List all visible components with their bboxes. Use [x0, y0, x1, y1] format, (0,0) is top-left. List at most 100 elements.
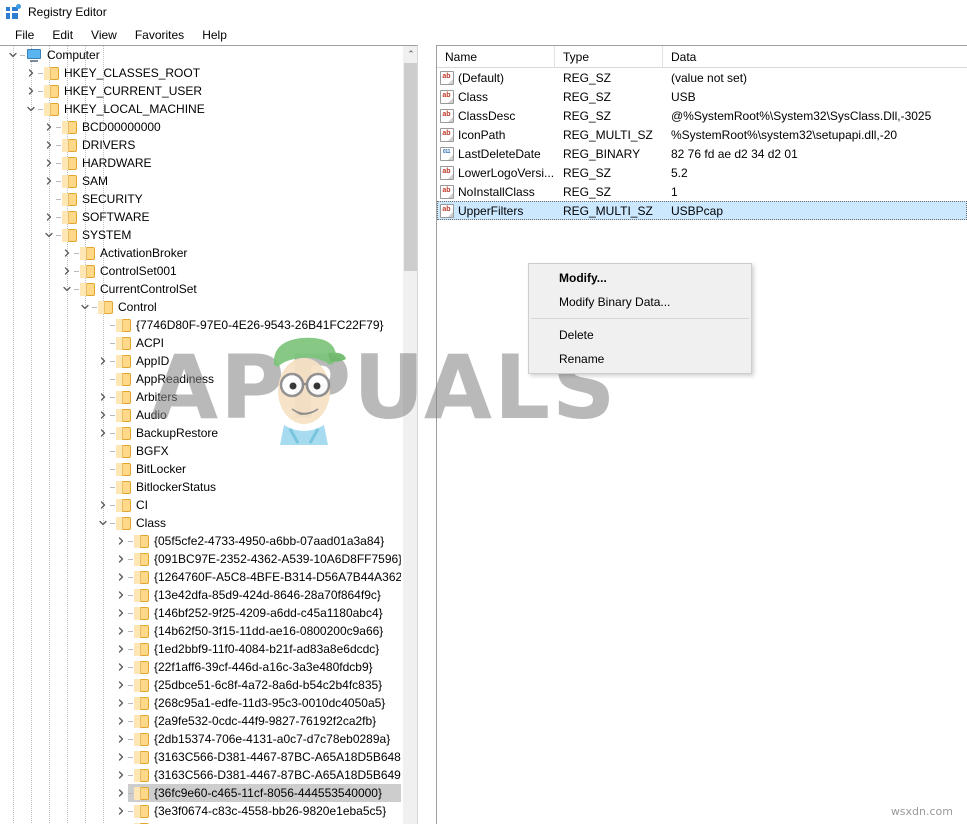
value-row-selected[interactable]: abUpperFiltersREG_MULTI_SZUSBPcap	[437, 201, 967, 220]
chevron-right-icon[interactable]	[114, 532, 128, 550]
context-menu-item-rename[interactable]: Rename	[529, 347, 751, 371]
tree-item[interactable]: {091BC97E-2352-4362-A539-10A6D8FF7596}	[0, 550, 401, 568]
chevron-right-icon[interactable]	[114, 586, 128, 604]
chevron-right-icon[interactable]	[114, 658, 128, 676]
tree-item[interactable]: Control	[0, 298, 401, 316]
chevron-right-icon[interactable]	[114, 568, 128, 586]
tree-item[interactable]: {3163C566-D381-4467-87BC-A65A18D5B648}	[0, 748, 401, 766]
value-row[interactable]: abClassDescREG_SZ@%SystemRoot%\System32\…	[437, 106, 967, 125]
chevron-right-icon[interactable]	[114, 604, 128, 622]
chevron-right-icon[interactable]	[114, 802, 128, 820]
values-list[interactable]: ab(Default)REG_SZ(value not set)abClassR…	[437, 68, 967, 220]
chevron-down-icon[interactable]	[42, 226, 56, 244]
tree-item[interactable]: CI	[0, 496, 401, 514]
chevron-right-icon[interactable]	[114, 748, 128, 766]
chevron-right-icon[interactable]	[114, 622, 128, 640]
chevron-down-icon[interactable]	[60, 280, 74, 298]
tree-item[interactable]: Audio	[0, 406, 401, 424]
tree-item[interactable]: DRIVERS	[0, 136, 401, 154]
tree-item[interactable]: {22f1aff6-39cf-446d-a16c-3a3e480fdcb9}	[0, 658, 401, 676]
chevron-right-icon[interactable]	[114, 550, 128, 568]
tree-item[interactable]: CurrentControlSet	[0, 280, 401, 298]
chevron-right-icon[interactable]	[114, 766, 128, 784]
tree-item[interactable]: HKEY_CURRENT_USER	[0, 82, 401, 100]
chevron-right-icon[interactable]	[114, 712, 128, 730]
value-row[interactable]: abIconPathREG_MULTI_SZ%SystemRoot%\syste…	[437, 125, 967, 144]
chevron-right-icon[interactable]	[24, 82, 38, 100]
chevron-right-icon[interactable]	[114, 820, 128, 824]
value-row[interactable]: abLowerLogoVersi...REG_SZ5.2	[437, 163, 967, 182]
context-menu-item-modify-binary-data[interactable]: Modify Binary Data...	[529, 290, 751, 314]
chevron-right-icon[interactable]	[114, 694, 128, 712]
tree-item[interactable]: {4d36e965-e325-11ce-bfc1-08002be10318}	[0, 820, 401, 824]
menu-file[interactable]: File	[6, 26, 43, 44]
tree-item[interactable]: BCD00000000	[0, 118, 401, 136]
context-menu[interactable]: Modify...Modify Binary Data... DeleteRena…	[528, 263, 752, 374]
tree-item[interactable]: {14b62f50-3f15-11dd-ae16-0800200c9a66}	[0, 622, 401, 640]
tree-item[interactable]: HARDWARE	[0, 154, 401, 172]
chevron-right-icon[interactable]	[60, 262, 74, 280]
chevron-down-icon[interactable]	[24, 100, 38, 118]
tree-item[interactable]: BackupRestore	[0, 424, 401, 442]
chevron-right-icon[interactable]	[42, 172, 56, 190]
value-row[interactable]: 011LastDeleteDateREG_BINARY82 76 fd ae d…	[437, 144, 967, 163]
tree-item[interactable]: ActivationBroker	[0, 244, 401, 262]
chevron-down-icon[interactable]	[96, 514, 110, 532]
tree-item[interactable]: AppReadiness	[0, 370, 401, 388]
chevron-down-icon[interactable]	[6, 46, 20, 64]
tree-item[interactable]: Computer	[0, 46, 401, 64]
tree-item[interactable]: {146bf252-9f25-4209-a6dd-c45a1180abc4}	[0, 604, 401, 622]
context-menu-item-modify[interactable]: Modify...	[529, 266, 751, 290]
value-row[interactable]: ab(Default)REG_SZ(value not set)	[437, 68, 967, 87]
value-row[interactable]: abNoInstallClassREG_SZ1	[437, 182, 967, 201]
chevron-right-icon[interactable]	[114, 676, 128, 694]
tree-vertical-scrollbar[interactable]: ⌃	[402, 46, 418, 824]
chevron-right-icon[interactable]	[42, 118, 56, 136]
chevron-right-icon[interactable]	[114, 640, 128, 658]
menu-help[interactable]: Help	[193, 26, 236, 44]
chevron-right-icon[interactable]	[96, 352, 110, 370]
tree-item[interactable]: {7746D80F-97E0-4E26-9543-26B41FC22F79}	[0, 316, 401, 334]
tree-item[interactable]: {3e3f0674-c83c-4558-bb26-9820e1eba5c5}	[0, 802, 401, 820]
tree-item[interactable]: {3163C566-D381-4467-87BC-A65A18D5B649}	[0, 766, 401, 784]
tree-item[interactable]: {1264760F-A5C8-4BFE-B314-D56A7B44A362}	[0, 568, 401, 586]
chevron-right-icon[interactable]	[24, 64, 38, 82]
chevron-right-icon[interactable]	[42, 154, 56, 172]
tree-item[interactable]: {25dbce51-6c8f-4a72-8a6d-b54c2b4fc835}	[0, 676, 401, 694]
tree-item[interactable]: {2db15374-706e-4131-a0c7-d7c78eb0289a}	[0, 730, 401, 748]
chevron-right-icon[interactable]	[96, 388, 110, 406]
chevron-right-icon[interactable]	[42, 136, 56, 154]
column-header-data[interactable]: Data	[663, 46, 967, 67]
chevron-down-icon[interactable]	[78, 298, 92, 316]
tree-item[interactable]: ControlSet001	[0, 262, 401, 280]
column-header-name[interactable]: Name	[437, 46, 555, 67]
scroll-up-arrow-icon[interactable]: ⌃	[403, 46, 418, 63]
tree-item[interactable]: {13e42dfa-85d9-424d-8646-28a70f864f9c}	[0, 586, 401, 604]
tree-item[interactable]: SECURITY	[0, 190, 401, 208]
tree-item[interactable]: BGFX	[0, 442, 401, 460]
menu-view[interactable]: View	[82, 26, 126, 44]
tree-item-selected[interactable]: {36fc9e60-c465-11cf-8056-444553540000}	[0, 784, 401, 802]
menu-favorites[interactable]: Favorites	[126, 26, 193, 44]
menu-edit[interactable]: Edit	[43, 26, 82, 44]
tree-item[interactable]: {268c95a1-edfe-11d3-95c3-0010dc4050a5}	[0, 694, 401, 712]
pane-splitter[interactable]	[418, 45, 437, 824]
scrollbar-thumb[interactable]	[404, 63, 418, 271]
tree-item[interactable]: HKEY_CLASSES_ROOT	[0, 64, 401, 82]
chevron-right-icon[interactable]	[96, 406, 110, 424]
tree-item[interactable]: BitlockerStatus	[0, 478, 401, 496]
registry-tree[interactable]: ComputerHKEY_CLASSES_ROOTHKEY_CURRENT_US…	[0, 46, 401, 824]
tree-item[interactable]: SYSTEM	[0, 226, 401, 244]
tree-item[interactable]: {1ed2bbf9-11f0-4084-b21f-ad83a8e6dcdc}	[0, 640, 401, 658]
tree-item[interactable]: HKEY_LOCAL_MACHINE	[0, 100, 401, 118]
chevron-right-icon[interactable]	[96, 424, 110, 442]
tree-item[interactable]: ACPI	[0, 334, 401, 352]
value-row[interactable]: abClassREG_SZUSB	[437, 87, 967, 106]
tree-item[interactable]: Arbiters	[0, 388, 401, 406]
tree-item[interactable]: BitLocker	[0, 460, 401, 478]
column-header-type[interactable]: Type	[555, 46, 663, 67]
tree-item[interactable]: {2a9fe532-0cdc-44f9-9827-76192f2ca2fb}	[0, 712, 401, 730]
chevron-right-icon[interactable]	[60, 244, 74, 262]
chevron-right-icon[interactable]	[96, 496, 110, 514]
context-menu-item-delete[interactable]: Delete	[529, 323, 751, 347]
